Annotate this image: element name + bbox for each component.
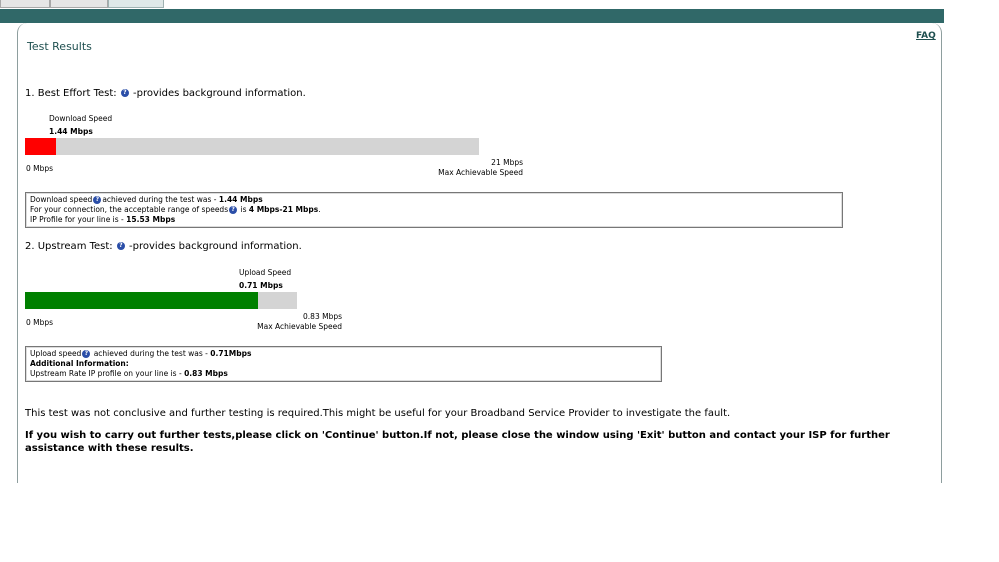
further-tests-instruction: If you wish to carry out further tests,p… [25, 430, 890, 454]
ip-profile-value: 15.53 Mbps [126, 215, 176, 224]
faq-link[interactable]: FAQ [916, 31, 936, 41]
tab-3-active[interactable] [108, 0, 164, 8]
additional-information-label: Additional Information: [30, 359, 129, 368]
tab-2[interactable] [50, 0, 108, 8]
upload-min-label: 0 Mbps [26, 318, 54, 327]
download-info-line-1: Download speed? achieved during the test … [30, 195, 838, 205]
upload-achieved-value: 0.71Mbps [210, 349, 252, 358]
help-icon[interactable]: ? [120, 89, 129, 97]
best-effort-heading: 1. Best Effort Test: ? -provides backgro… [25, 88, 306, 99]
download-speed-bar [25, 138, 479, 155]
page-title: Test Results [27, 40, 92, 53]
upload-speed-label: Upload Speed [239, 268, 292, 277]
upload-max-label: Max Achievable Speed [257, 322, 342, 331]
download-speed-label: Download Speed [49, 114, 113, 123]
acceptable-range-value: 4 Mbps-21 Mbps [248, 205, 319, 214]
download-max-label: Max Achievable Speed [438, 168, 523, 177]
upload-speed-bar [25, 292, 297, 309]
download-info-line-2-prefix: For your connection, the acceptable rang… [30, 205, 229, 214]
tab-1[interactable] [0, 0, 50, 8]
upload-speed-value: 0.71 Mbps [239, 281, 283, 290]
download-speed-value: 1.44 Mbps [49, 127, 93, 136]
upload-info-line-1: Upload speed? achieved during the test w… [30, 349, 657, 359]
upstream-ip-profile-value: 0.83 Mbps [184, 369, 228, 378]
download-info-line-1-prefix: Download speed [30, 195, 93, 204]
download-min-label: 0 Mbps [26, 164, 54, 173]
download-info-line-2-end: . [318, 205, 321, 214]
header-bar [0, 9, 944, 23]
upload-max-value: 0.83 Mbps [303, 312, 342, 321]
tab-strip [0, 0, 944, 9]
best-effort-heading-suffix: -provides background information. [133, 88, 306, 99]
download-info-box: Download speed? achieved during the test … [25, 192, 843, 228]
help-icon[interactable]: ? [82, 350, 91, 358]
upload-info-line-1-mid: achieved during the test was - [91, 349, 211, 358]
upload-info-line-1-prefix: Upload speed [30, 349, 82, 358]
download-speed-bar-fill [25, 138, 57, 155]
help-icon[interactable]: ? [93, 196, 102, 204]
download-info-line-2: For your connection, the acceptable rang… [30, 205, 838, 215]
download-info-line-3: IP Profile for your line is - 15.53 Mbps [30, 215, 838, 225]
download-info-line-1-mid: achieved during the test was - [102, 195, 219, 204]
upload-info-line-3: Upstream Rate IP profile on your line is… [30, 369, 657, 379]
help-icon[interactable]: ? [229, 206, 238, 214]
download-achieved-value: 1.44 Mbps [218, 195, 263, 204]
upload-speed-bar-fill [25, 292, 258, 309]
upstream-heading: 2. Upstream Test: ? -provides background… [25, 241, 302, 252]
download-info-line-2-mid: is [238, 205, 249, 214]
best-effort-heading-prefix: 1. Best Effort Test: [25, 88, 117, 99]
upstream-heading-prefix: 2. Upstream Test: [25, 241, 113, 252]
download-max-value: 21 Mbps [491, 158, 523, 167]
download-info-line-3-prefix: IP Profile for your line is - [30, 215, 127, 224]
inconclusive-message: This test was not conclusive and further… [25, 408, 731, 419]
help-icon[interactable]: ? [116, 242, 125, 250]
upload-info-box: Upload speed? achieved during the test w… [25, 346, 662, 382]
upstream-heading-suffix: -provides background information. [129, 241, 302, 252]
upload-info-line-3-prefix: Upstream Rate IP profile on your line is… [30, 369, 185, 378]
